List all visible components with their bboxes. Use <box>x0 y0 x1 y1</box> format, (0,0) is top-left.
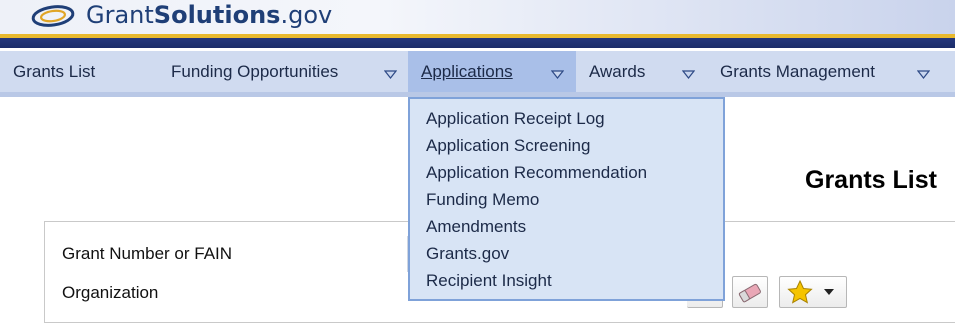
page-title: Grants List <box>805 166 937 194</box>
menu-item-application-recommendation[interactable]: Application Recommendation <box>426 163 647 183</box>
main-nav: Grants List Funding Opportunities Applic… <box>0 51 955 92</box>
menu-item-application-screening[interactable]: Application Screening <box>426 136 590 156</box>
star-icon <box>787 279 834 304</box>
nav-grants-management[interactable]: Grants Management <box>706 51 955 92</box>
nav-awards[interactable]: Awards <box>576 51 706 92</box>
nav-grants-list-label: Grants List <box>13 61 96 81</box>
header-banner: GrantSolutions.gov <box>0 0 955 34</box>
nav-funding-opportunities-label: Funding Opportunities <box>171 61 339 81</box>
menu-item-amendments[interactable]: Amendments <box>426 217 526 237</box>
logo-text-suffix: .gov <box>280 1 333 29</box>
eraser-icon <box>738 283 761 303</box>
header-navy-stripe <box>0 38 955 48</box>
favorites-button[interactable] <box>779 276 847 308</box>
menu-item-recipient-insight[interactable]: Recipient Insight <box>426 271 552 291</box>
menu-item-funding-memo[interactable]: Funding Memo <box>426 190 539 210</box>
logo-swoosh-icon <box>31 5 75 27</box>
menu-item-grants-gov[interactable]: Grants.gov <box>426 244 509 264</box>
nav-applications[interactable]: Applications <box>408 51 576 92</box>
menu-item-application-receipt-log[interactable]: Application Receipt Log <box>426 109 605 129</box>
nav-funding-opportunities[interactable]: Funding Opportunities <box>155 51 408 92</box>
clear-button[interactable] <box>732 276 768 308</box>
nav-grants-management-label: Grants Management <box>720 61 875 81</box>
logo-text[interactable]: GrantSolutions.gov <box>86 1 332 29</box>
logo-text-regular: Grant <box>86 1 154 29</box>
logo-text-bold: Solutions <box>153 1 281 29</box>
applications-dropdown-menu: Application Receipt Log Application Scre… <box>408 97 725 301</box>
nav-awards-label: Awards <box>589 61 646 81</box>
nav-applications-label: Applications <box>421 61 513 81</box>
nav-grants-list[interactable]: Grants List <box>0 51 155 92</box>
grant-number-label: Grant Number or FAIN <box>62 244 233 263</box>
organization-label: Organization <box>62 283 159 302</box>
